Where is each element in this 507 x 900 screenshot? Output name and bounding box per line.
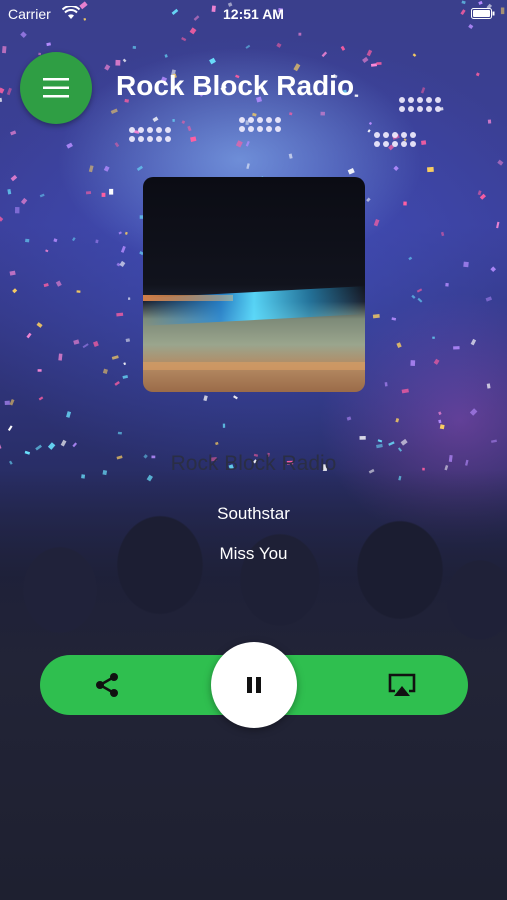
- pause-icon: [247, 677, 261, 693]
- song-title: Miss You: [219, 544, 288, 563]
- pause-button[interactable]: [211, 642, 297, 728]
- app-title: Rock Block Radio: [116, 70, 355, 101]
- station-name: Rock Block Radio: [170, 452, 337, 475]
- battery-icon: [471, 8, 495, 19]
- menu-button[interactable]: [20, 52, 92, 124]
- hamburger-menu-icon: [43, 78, 69, 98]
- airplay-icon[interactable]: [386, 669, 418, 701]
- status-bar: Carrier 12:51 AM: [0, 0, 507, 28]
- artist-name: Southstar: [217, 504, 290, 523]
- status-time: 12:51 AM: [223, 6, 284, 22]
- share-icon[interactable]: [92, 669, 124, 701]
- album-artwork: [143, 177, 365, 392]
